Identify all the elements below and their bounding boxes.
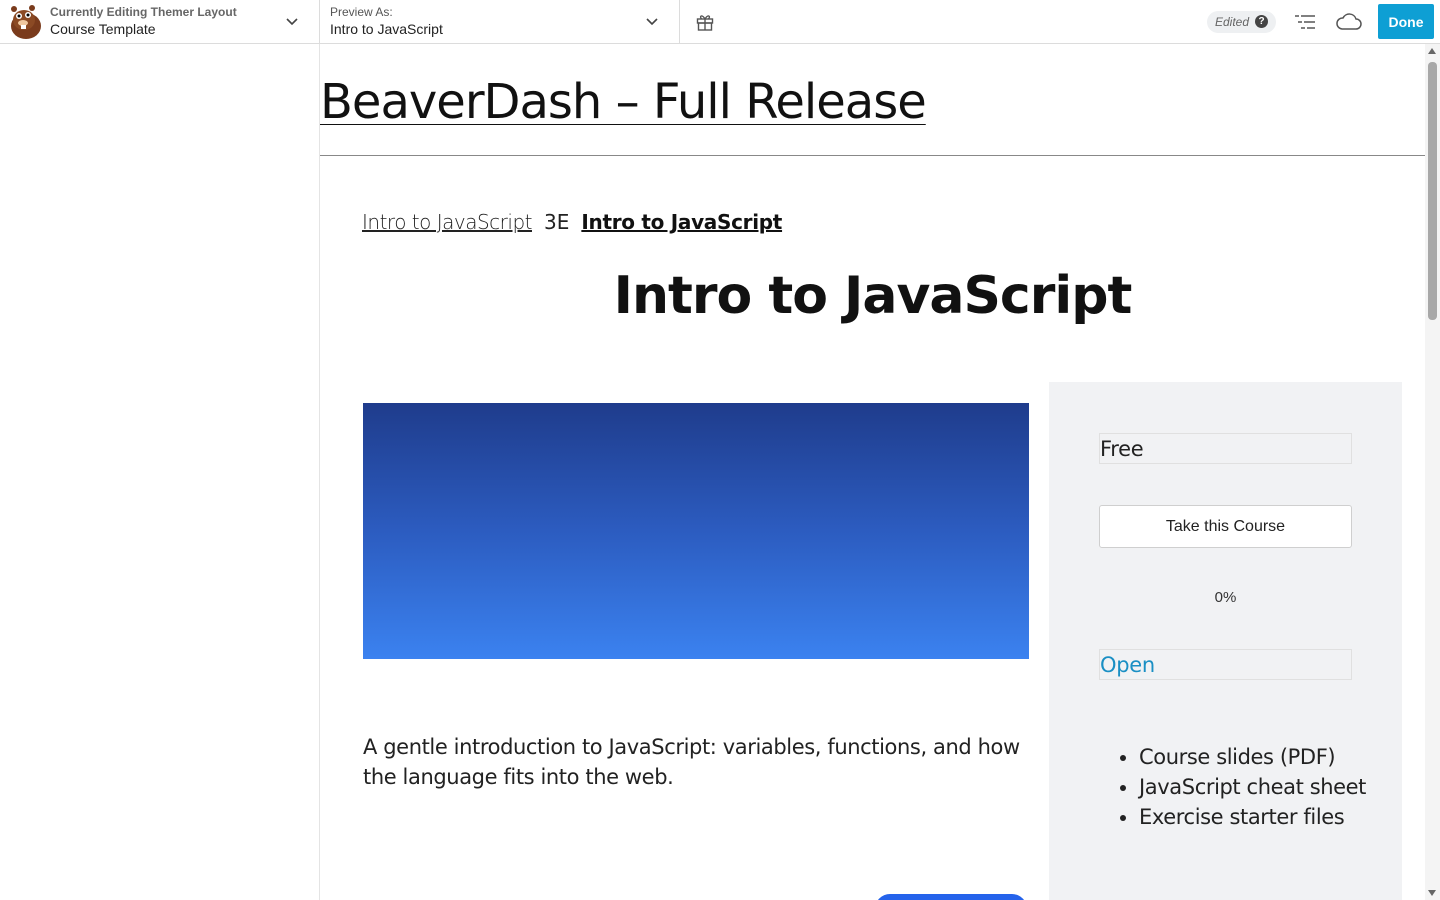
breadcrumb-separator: 3E xyxy=(543,210,570,234)
course-status-link[interactable]: Open xyxy=(1099,649,1352,680)
edited-status[interactable]: Edited ? xyxy=(1206,10,1276,33)
chevron-down-icon xyxy=(646,18,658,26)
list-item: JavaScript cheat sheet xyxy=(1139,772,1379,802)
course-title: Intro to JavaScript xyxy=(613,266,1133,326)
chevron-down-icon xyxy=(286,18,298,26)
cloud-icon xyxy=(1336,12,1362,30)
list-item: Exercise starter files xyxy=(1139,802,1379,832)
course-sidebar: Free Take this Course 0% Open Course sli… xyxy=(1049,382,1402,900)
layout-name: Course Template xyxy=(50,21,156,38)
course-action-button[interactable] xyxy=(875,894,1027,900)
course-price: Free xyxy=(1099,433,1352,464)
preview-label: Preview As: xyxy=(330,4,393,19)
page-canvas: BeaverDash – Full Release Intro to JavaS… xyxy=(320,44,1425,900)
notifications-button[interactable] xyxy=(680,0,730,43)
course-materials-list: Course slides (PDF) JavaScript cheat she… xyxy=(1139,742,1379,832)
preview-value: Intro to JavaScript xyxy=(330,21,443,38)
help-icon: ? xyxy=(1255,15,1268,28)
scroll-up-arrow-icon[interactable] xyxy=(1428,48,1436,54)
cloud-save-button[interactable] xyxy=(1334,7,1364,37)
course-description: A gentle introduction to JavaScript: var… xyxy=(363,735,1020,789)
course-progress-percent: 0% xyxy=(1214,589,1237,606)
breadcrumb-parent-link[interactable]: Intro to JavaScript xyxy=(362,210,532,234)
done-button[interactable]: Done xyxy=(1378,4,1434,39)
breadcrumb-current-link[interactable]: Intro to JavaScript xyxy=(581,210,782,234)
scrollbar-thumb[interactable] xyxy=(1428,62,1437,320)
site-title-link[interactable]: BeaverDash – Full Release xyxy=(320,74,927,130)
gift-icon xyxy=(696,14,714,31)
beaver-logo-icon xyxy=(11,4,41,39)
header-divider xyxy=(320,155,1425,156)
layout-selector[interactable]: Currently Editing Themer Layout Course T… xyxy=(0,0,320,43)
edited-label: Edited xyxy=(1214,14,1249,29)
vertical-scrollbar[interactable] xyxy=(1425,44,1440,900)
left-panel xyxy=(0,44,320,900)
layout-label: Currently Editing Themer Layout xyxy=(50,4,237,19)
preview-as-selector[interactable]: Preview As: Intro to JavaScript xyxy=(320,0,680,43)
list-item: Course slides (PDF) xyxy=(1139,742,1379,772)
course-featured-image xyxy=(363,403,1029,659)
outline-button[interactable] xyxy=(1290,7,1320,37)
take-course-button[interactable]: Take this Course xyxy=(1099,505,1352,548)
builder-toolbar: Currently Editing Themer Layout Course T… xyxy=(0,0,1440,44)
outline-list-icon xyxy=(1295,14,1315,29)
scroll-down-arrow-icon[interactable] xyxy=(1428,890,1436,896)
breadcrumb: Intro to JavaScript 3E Intro to JavaScri… xyxy=(362,210,782,234)
